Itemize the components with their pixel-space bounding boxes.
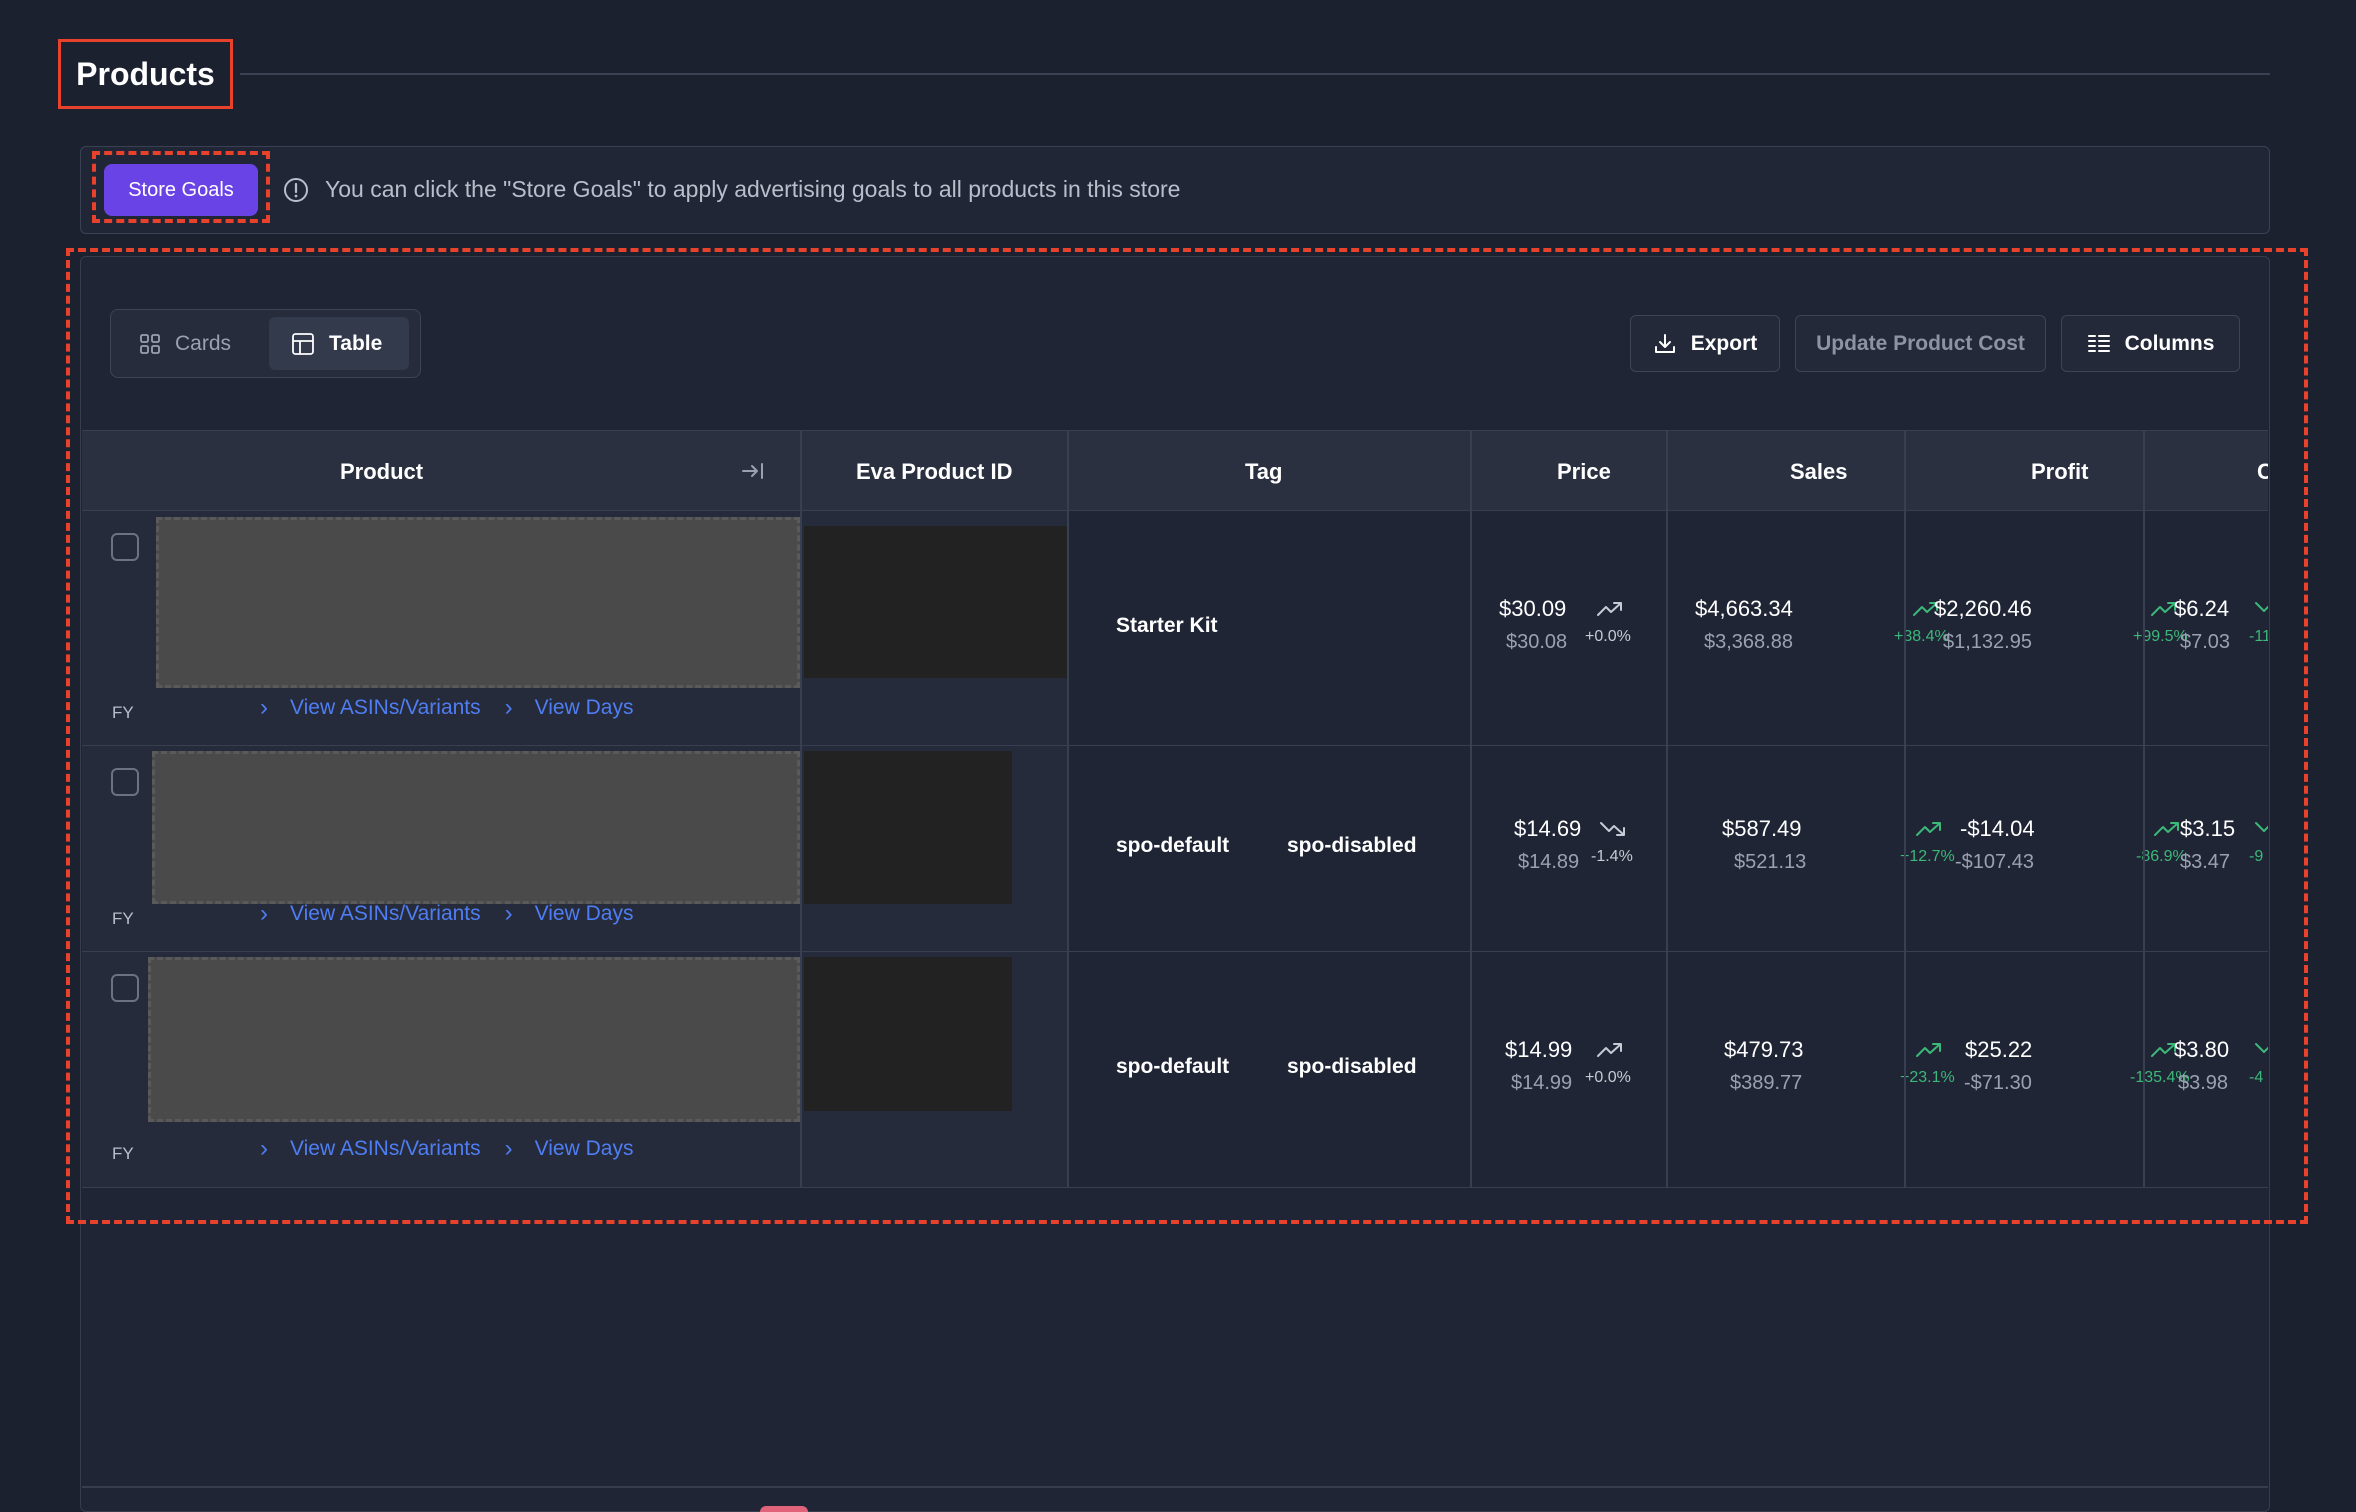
page-title: Products bbox=[76, 55, 215, 92]
page-title-box: Products bbox=[58, 39, 233, 109]
panel-footer-divider bbox=[82, 1486, 2268, 1488]
info-icon bbox=[284, 178, 308, 202]
store-goals-button[interactable]: Store Goals bbox=[104, 164, 258, 216]
title-divider bbox=[240, 73, 2270, 75]
goals-info-text: You can click the "Store Goals" to apply… bbox=[325, 176, 1181, 202]
table-highlight-frame bbox=[66, 248, 2308, 1224]
pagination-indicator[interactable] bbox=[760, 1506, 808, 1512]
